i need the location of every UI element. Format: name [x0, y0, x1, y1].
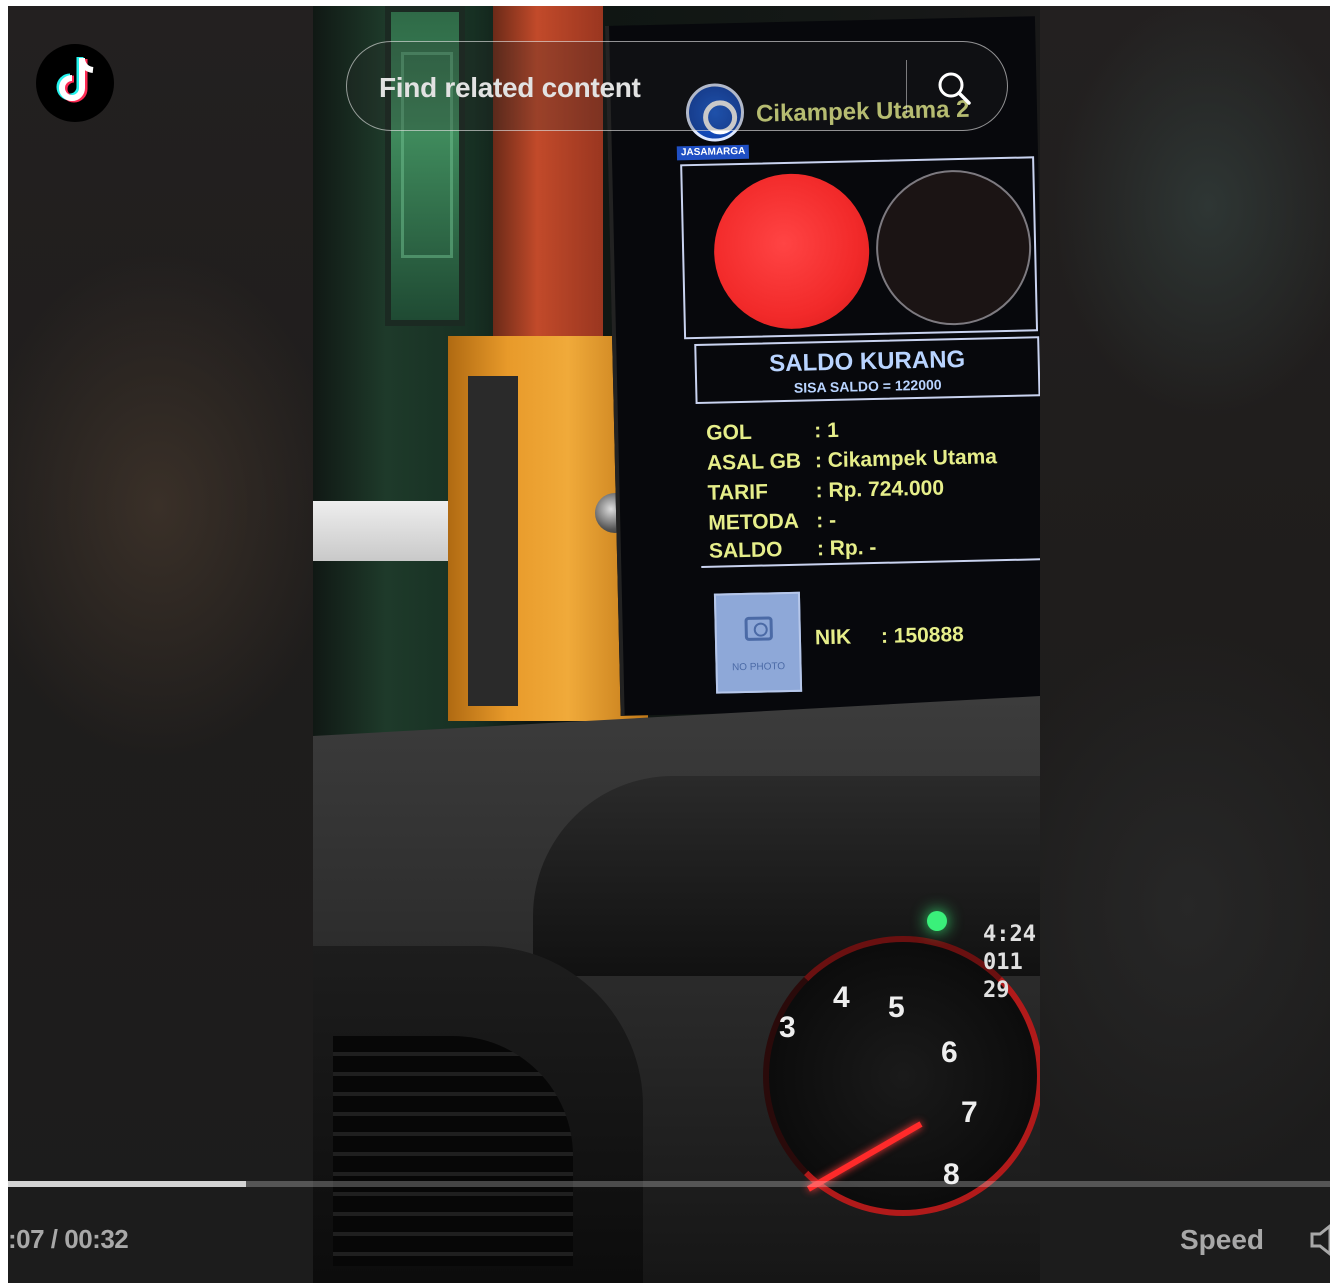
traffic-lights	[680, 156, 1039, 340]
indicator-light	[927, 911, 947, 931]
cluster-readout: 4:24 011 29	[983, 922, 1036, 1003]
search-divider	[906, 60, 907, 114]
info-row-metoda: METODA: -	[708, 508, 837, 535]
progress-bar[interactable]	[8, 1181, 1330, 1187]
green-light-off	[874, 168, 1033, 327]
progress-fill	[8, 1181, 246, 1187]
gauge-number: 4	[833, 981, 850, 1014]
search-icon[interactable]	[935, 69, 973, 107]
no-photo-label: NO PHOTO	[731, 661, 786, 674]
info-row-saldo: SALDO: Rp. -	[708, 535, 877, 563]
search-input[interactable]: Find related content	[379, 72, 641, 104]
balance-status: SALDO KURANG SISA SALDO = 122000	[694, 336, 1040, 405]
driver-photo-placeholder: NO PHOTO	[713, 591, 803, 694]
video-player[interactable]: JASAMARGA Cikampek Utama 2 SALDO KURANG …	[8, 6, 1330, 1283]
info-row-tarif: TARIF: Rp. 724.000	[707, 476, 945, 505]
info-row-gol: GOL: 1	[706, 418, 840, 445]
camera-icon	[744, 616, 773, 641]
gauge-number: 3	[779, 1011, 796, 1044]
search-bar[interactable]: Find related content	[346, 41, 1008, 131]
tiktok-logo-icon[interactable]	[36, 44, 114, 122]
time-display: :07 / 00:32	[8, 1224, 129, 1254]
transaction-info: GOL: 1 ASAL GB: Cikampek Utama TARIF: Rp…	[697, 400, 1040, 568]
speed-button[interactable]: Speed	[1180, 1224, 1264, 1256]
gate-barrier-arm	[313, 501, 453, 561]
video-frame[interactable]: JASAMARGA Cikampek Utama 2 SALDO KURANG …	[313, 6, 1040, 1283]
volume-icon[interactable]	[1310, 1220, 1330, 1260]
operator-label: JASAMARGA	[676, 144, 750, 161]
tiktok-note-icon	[56, 57, 94, 103]
air-vent	[313, 946, 643, 1283]
nik-row: NIK: 150888	[814, 623, 965, 650]
info-row-asal: ASAL GB: Cikampek Utama	[706, 445, 998, 475]
dashboard-hood	[533, 776, 1040, 976]
gauge-number: 7	[961, 1096, 978, 1129]
gauge-number: 6	[941, 1036, 958, 1069]
red-stop-light	[712, 172, 871, 331]
gauge-number: 5	[888, 991, 905, 1024]
